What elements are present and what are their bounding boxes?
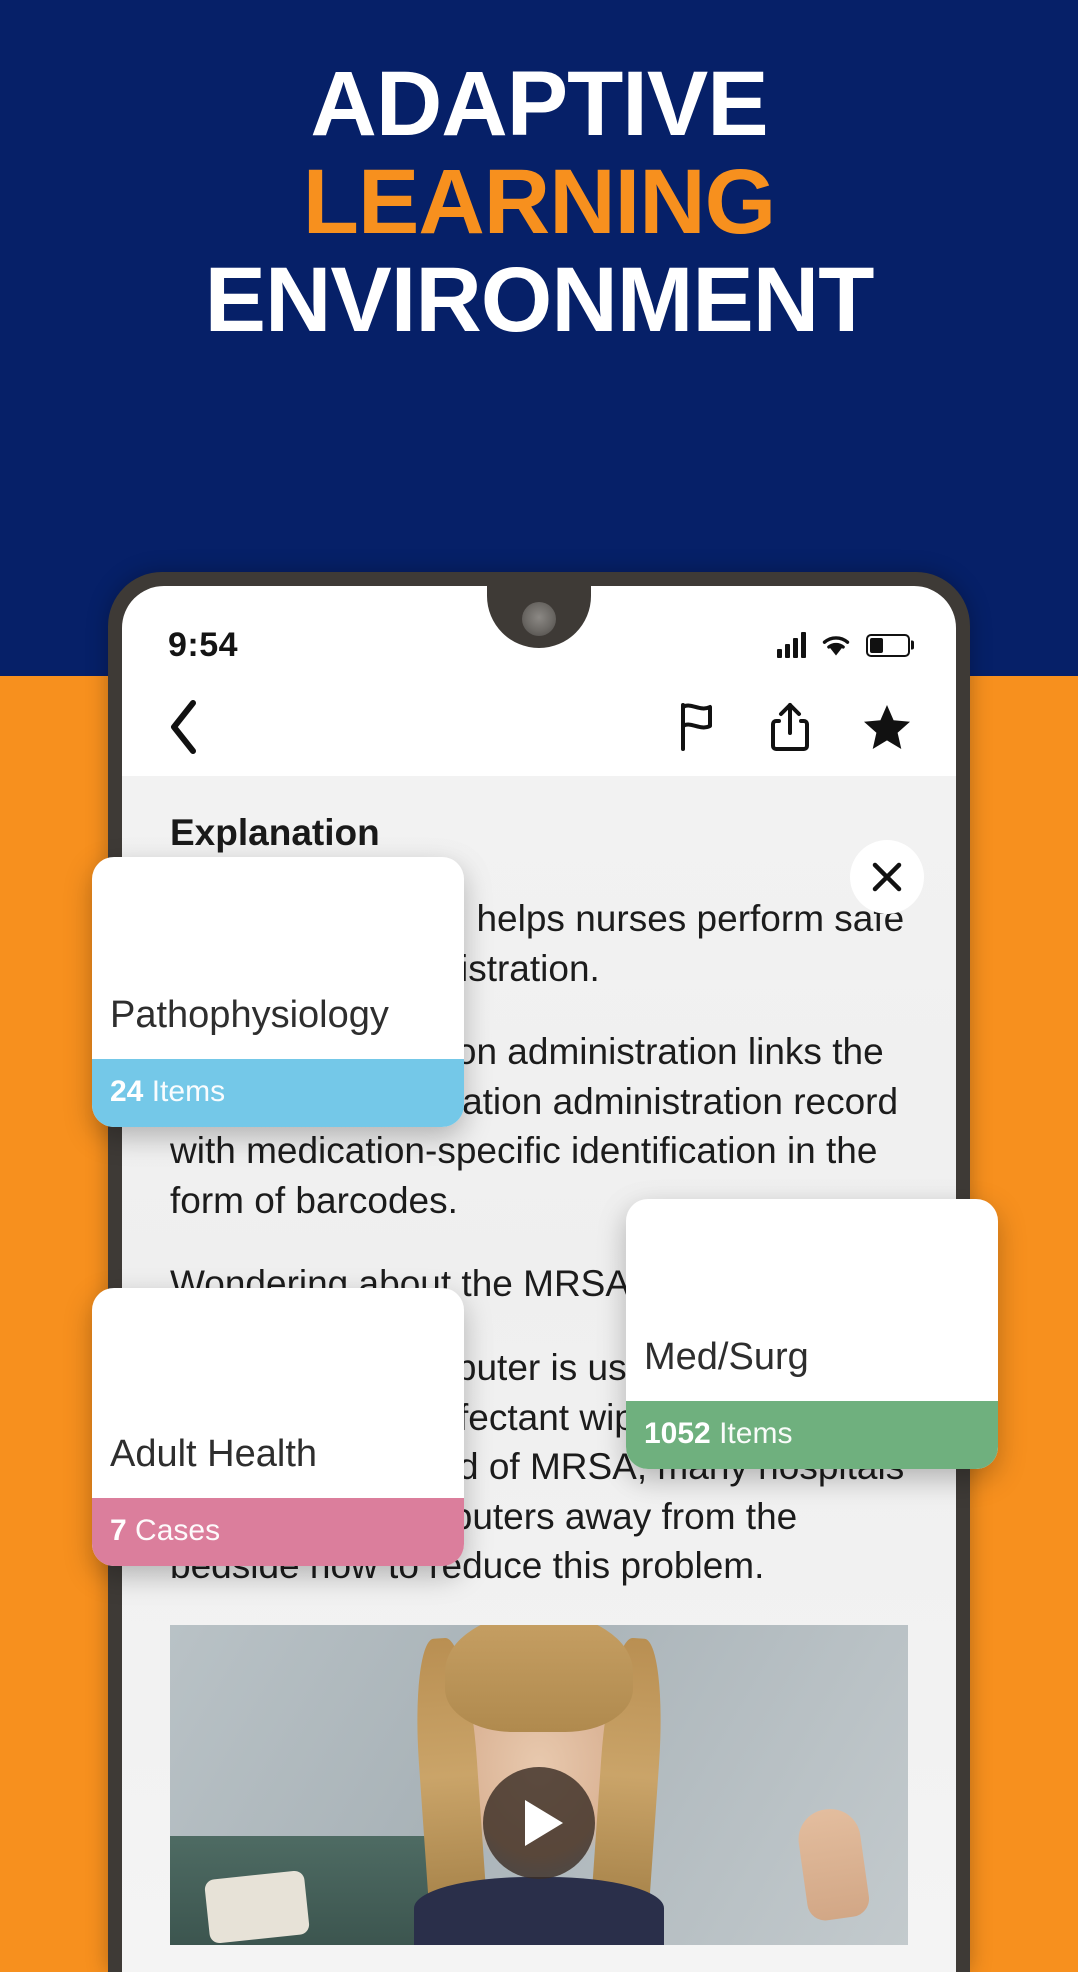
play-button[interactable] bbox=[483, 1767, 595, 1880]
front-camera-icon bbox=[522, 602, 556, 636]
status-time: 9:54 bbox=[168, 625, 239, 664]
play-icon bbox=[525, 1800, 563, 1847]
video-person-head bbox=[445, 1624, 633, 1733]
category-card-count: 24 Items bbox=[92, 1059, 464, 1127]
category-card-title: Med/Surg bbox=[644, 1336, 809, 1378]
video-person-hand bbox=[794, 1805, 872, 1924]
flag-icon bbox=[681, 703, 712, 751]
explanation-video[interactable] bbox=[170, 1624, 908, 1945]
category-card-count: 1052 Items bbox=[626, 1401, 998, 1469]
share-icon bbox=[771, 703, 809, 751]
marketing-headline: ADAPTIVE LEARNING ENVIRONMENT bbox=[0, 53, 1078, 351]
headline-line-1: ADAPTIVE bbox=[310, 53, 768, 155]
signal-bars-icon bbox=[777, 632, 806, 658]
app-toolbar bbox=[122, 678, 956, 776]
category-card-count-value: 7 bbox=[110, 1514, 127, 1547]
category-card-pathophysiology[interactable]: Pathophysiology 24 Items bbox=[92, 857, 464, 1127]
battery-icon bbox=[866, 633, 910, 657]
share-button[interactable] bbox=[770, 701, 810, 753]
star-filled-icon bbox=[864, 705, 910, 749]
category-card-count-value: 24 bbox=[110, 1075, 144, 1108]
toolbar-actions bbox=[676, 701, 922, 753]
category-card-count-unit: Items bbox=[719, 1417, 793, 1450]
page-title: Explanation bbox=[170, 812, 380, 853]
video-person-body bbox=[414, 1876, 664, 1945]
category-card-title: Pathophysiology bbox=[110, 994, 389, 1036]
headline-line-2: LEARNING bbox=[302, 150, 776, 253]
chevron-left-icon bbox=[171, 700, 196, 754]
headline-line-3: ENVIRONMENT bbox=[204, 248, 875, 351]
category-card-title: Adult Health bbox=[110, 1433, 318, 1475]
close-button[interactable] bbox=[850, 840, 924, 914]
flag-button[interactable] bbox=[676, 702, 718, 752]
category-card-medsurg[interactable]: Med/Surg 1052 Items bbox=[626, 1199, 998, 1469]
category-card-count-unit: Items bbox=[151, 1075, 226, 1108]
video-bg-pillow bbox=[203, 1869, 310, 1944]
category-card-count: 7 Cases bbox=[92, 1498, 464, 1566]
category-card-count-value: 1052 bbox=[644, 1417, 711, 1450]
favorite-button[interactable] bbox=[862, 703, 912, 751]
status-icons bbox=[777, 632, 910, 658]
category-card-adult-health[interactable]: Adult Health 7 Cases bbox=[92, 1288, 464, 1566]
category-card-count-unit: Cases bbox=[135, 1514, 221, 1547]
back-button[interactable] bbox=[156, 693, 210, 761]
close-icon bbox=[872, 862, 902, 892]
battery-fill bbox=[870, 637, 883, 653]
wifi-icon bbox=[820, 632, 852, 658]
